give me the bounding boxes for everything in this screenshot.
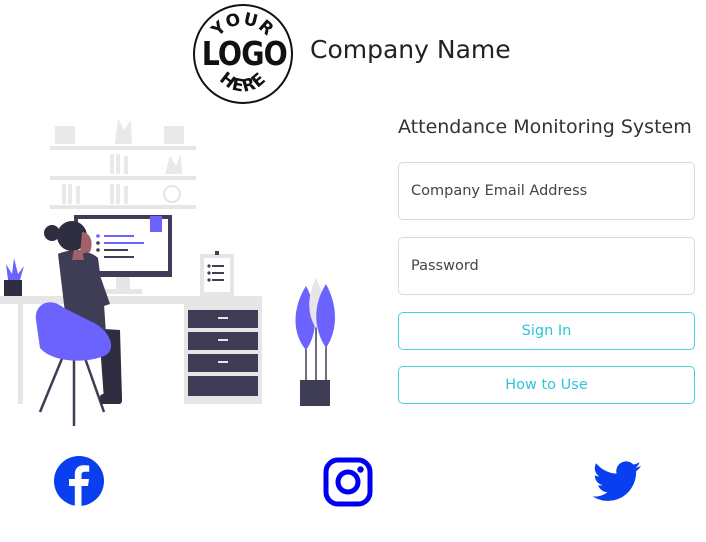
email-input[interactable]	[399, 163, 671, 219]
logo-text-main: LOGO	[201, 34, 288, 73]
company-logo: YOUR HERE LOGO	[193, 4, 293, 104]
small-plant-left	[4, 258, 24, 296]
how-to-use-button[interactable]: How to Use	[398, 366, 695, 404]
sign-in-button[interactable]: Sign In	[398, 312, 695, 350]
system-title: Attendance Monitoring System	[398, 116, 692, 138]
clipboard	[200, 251, 234, 296]
password-field[interactable]	[398, 237, 695, 295]
password-input[interactable]	[399, 238, 671, 294]
company-name: Company Name	[310, 35, 511, 64]
office-illustration	[0, 118, 335, 426]
instagram-icon[interactable]	[323, 457, 373, 507]
shelf-decor	[55, 118, 184, 204]
tall-plant	[295, 278, 335, 406]
twitter-icon[interactable]	[592, 461, 642, 503]
facebook-icon[interactable]	[54, 456, 104, 506]
email-field[interactable]	[398, 162, 695, 220]
